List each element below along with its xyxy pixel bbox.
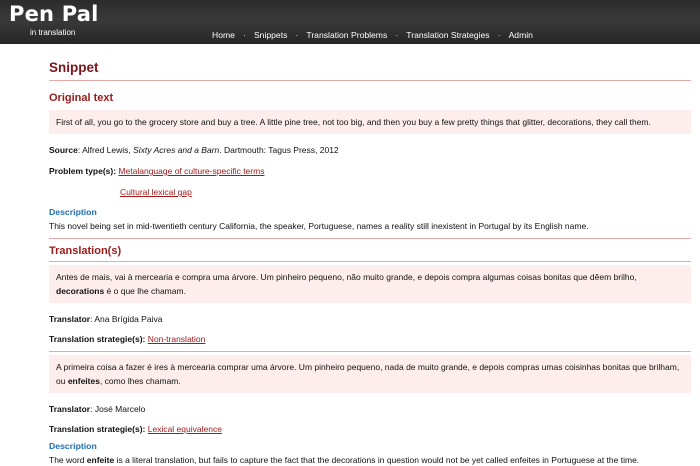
source-book-title: Sixty Acres and a Barn <box>133 145 220 155</box>
problem-type-link[interactable]: Cultural lexical gap <box>120 187 192 197</box>
nav-home-link[interactable]: Home <box>212 30 235 40</box>
translation-description-heading: Description <box>49 441 97 451</box>
strategy-label: Translation strategie(s): <box>49 424 146 434</box>
page-title: Snippet <box>49 60 99 75</box>
site-logo-title[interactable]: Pen Pal <box>9 2 99 26</box>
nav-admin-link[interactable]: Admin <box>509 30 533 40</box>
translation-quote: A primeira coisa a fazer é ires à mercea… <box>49 355 691 393</box>
nav-separator: · <box>295 30 299 40</box>
problem-types-line: Problem type(s): Metalanguage of culture… <box>49 165 691 177</box>
nav-translation-problems-link[interactable]: Translation Problems <box>306 30 387 40</box>
strategy-link[interactable]: Lexical equivalence <box>148 424 222 434</box>
divider <box>49 238 691 239</box>
original-text-quote: First of all, you go to the grocery stor… <box>49 110 691 134</box>
main-nav: Home · Snippets · Translation Problems ·… <box>212 30 533 40</box>
nav-snippets-link[interactable]: Snippets <box>254 30 287 40</box>
problem-types-line-2: Cultural lexical gap <box>49 186 691 198</box>
problem-type-link[interactable]: Metalanguage of culture-specific terms <box>118 166 264 176</box>
translator-label: Translator <box>49 314 91 324</box>
strategy-label: Translation strategie(s): <box>49 334 146 344</box>
divider <box>49 351 691 352</box>
source-author: Alfred Lewis, <box>82 145 134 155</box>
problem-types-label: Problem type(s): <box>49 166 117 176</box>
main-content: Snippet Original text First of all, you … <box>49 60 691 466</box>
original-description-heading: Description <box>49 207 97 217</box>
nav-separator: · <box>242 30 246 40</box>
source-label: Source <box>49 145 78 155</box>
source-line: Source: Alfred Lewis, Sixty Acres and a … <box>49 145 339 155</box>
translation-description-text: The word enfeite is a literal translatio… <box>49 454 691 466</box>
site-tagline: in translation <box>30 28 76 37</box>
divider <box>49 261 691 262</box>
translator-line: Translator: Ana Brígida Paiva <box>49 314 163 324</box>
translations-heading: Translation(s) <box>49 245 122 257</box>
translator-line: Translator: José Marcelo <box>49 404 146 414</box>
nav-separator: · <box>497 30 501 40</box>
strategy-line: Translation strategie(s): Non-translatio… <box>49 333 691 345</box>
description-text: is a literal translation, but fails to c… <box>114 455 640 465</box>
top-navigation-bar: Pen Pal in translation Home · Snippets ·… <box>0 0 700 44</box>
original-text-heading: Original text <box>49 92 114 104</box>
translator-label: Translator <box>49 404 91 414</box>
translation-text: , como lhes chamam. <box>99 376 181 386</box>
translation-highlighted-term: decorations <box>56 286 105 296</box>
original-description-text: This novel being set in mid-twentieth ce… <box>49 221 589 231</box>
strategy-line: Translation strategie(s): Lexical equiva… <box>49 423 691 435</box>
translator-name: Ana Brígida Paiva <box>94 314 163 324</box>
source-publication: . Dartmouth: Tagus Press, 2012 <box>219 145 339 155</box>
translation-text: Antes de mais, vai à mercearia e compra … <box>56 272 637 282</box>
translation-text: é o que lhe chamam. <box>104 286 186 296</box>
description-text: The word <box>49 455 87 465</box>
nav-separator: · <box>395 30 399 40</box>
translation-quote: Antes de mais, vai à mercearia e compra … <box>49 265 691 303</box>
description-highlighted-term: enfeite <box>86 455 115 465</box>
translator-name: José Marcelo <box>94 404 146 414</box>
strategy-link[interactable]: Non-translation <box>148 334 206 344</box>
divider <box>49 80 691 81</box>
nav-translation-strategies-link[interactable]: Translation Strategies <box>406 30 489 40</box>
translation-highlighted-term: enfeites <box>67 376 100 386</box>
